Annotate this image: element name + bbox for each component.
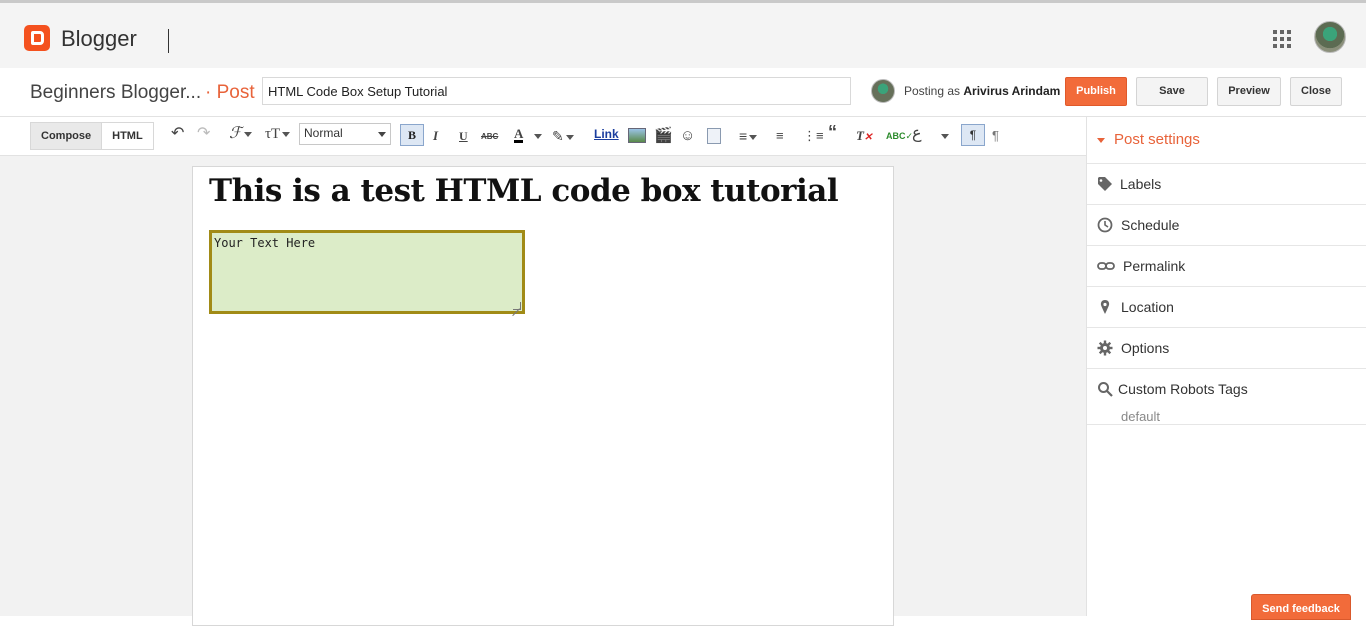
- highlight-icon[interactable]: ✎: [552, 127, 574, 145]
- apps-grid-icon[interactable]: [1273, 30, 1291, 48]
- publish-button[interactable]: Publish: [1065, 77, 1127, 106]
- posting-as: Posting as Arivirus Arindam: [904, 84, 1060, 98]
- video-icon[interactable]: 🎬: [654, 127, 673, 145]
- link-button[interactable]: Link: [594, 127, 619, 141]
- post-type-label: · Post: [205, 82, 255, 103]
- robots-tags-value: default: [1121, 409, 1161, 424]
- editor-toolbar: Compose HTML ↶ ↷ ℱ τT Normal B I U ABC A…: [0, 117, 1086, 156]
- rtl-button[interactable]: ¶: [992, 127, 999, 145]
- post-title-input[interactable]: [262, 77, 851, 105]
- mode-tabs: Compose HTML: [30, 122, 154, 150]
- sidebar-item-label: Custom Robots Tags: [1118, 381, 1248, 397]
- remove-format-icon[interactable]: T✕: [856, 127, 872, 145]
- text-color-caret-icon[interactable]: [532, 127, 542, 145]
- text-color-icon[interactable]: A: [514, 127, 524, 143]
- search-icon: [1098, 382, 1113, 397]
- numbered-list-icon[interactable]: ≡: [776, 127, 784, 145]
- sidebar-item-label: Permalink: [1123, 258, 1186, 274]
- app-bar: Blogger: [0, 0, 1366, 68]
- divider: [168, 29, 169, 53]
- sidebar-item-label: Location: [1121, 299, 1174, 315]
- send-feedback-button[interactable]: Send feedback: [1251, 594, 1351, 620]
- tag-icon: [1098, 177, 1112, 191]
- sidebar-item-schedule[interactable]: Schedule: [1087, 204, 1366, 245]
- pin-icon: [1100, 300, 1110, 314]
- font-family-icon[interactable]: ℱ: [229, 125, 252, 143]
- sidebar-item-label: Labels: [1120, 176, 1162, 192]
- blog-name[interactable]: Beginners Blogger...: [30, 82, 201, 104]
- posting-as-user: Arivirus Arindam: [963, 84, 1061, 98]
- clock-icon: [1097, 217, 1113, 233]
- save-button[interactable]: Save: [1136, 77, 1208, 106]
- underline-button[interactable]: U: [459, 127, 468, 145]
- sidebar-item-custom-robots-tags[interactable]: Custom Robots Tags: [1087, 368, 1366, 409]
- brand-name[interactable]: Blogger: [61, 26, 137, 52]
- strikethrough-button[interactable]: ABC: [481, 128, 498, 146]
- posting-as-prefix: Posting as: [904, 84, 961, 98]
- italic-button[interactable]: I: [433, 127, 438, 145]
- align-icon[interactable]: ≡: [739, 127, 758, 145]
- preview-button[interactable]: Preview: [1217, 77, 1281, 106]
- gear-icon: [1097, 340, 1113, 356]
- sidebar-item-label: Options: [1121, 340, 1170, 356]
- bold-button[interactable]: B: [400, 124, 424, 146]
- tab-compose[interactable]: Compose: [31, 123, 103, 149]
- sidebar-item-label: Schedule: [1121, 217, 1180, 233]
- jump-break-icon[interactable]: [707, 128, 721, 144]
- post-settings-title: Post settings: [1114, 131, 1200, 148]
- resize-handle-icon[interactable]: [513, 302, 521, 310]
- sidebar-item-options[interactable]: Options: [1087, 327, 1366, 368]
- account-avatar[interactable]: [1314, 21, 1346, 53]
- emoji-icon[interactable]: ☺: [680, 127, 695, 145]
- font-size-icon[interactable]: τT: [265, 125, 291, 143]
- undo-icon[interactable]: ↶: [171, 125, 184, 143]
- bullet-list-icon[interactable]: ⋮≡: [803, 127, 824, 145]
- post-heading[interactable]: This is a test HTML code box tutorial: [209, 173, 839, 209]
- post-settings-sidebar: Post settings Labels Schedule Permalink …: [1086, 117, 1366, 616]
- sidebar-item-permalink[interactable]: Permalink: [1087, 245, 1366, 286]
- ltr-button[interactable]: ¶: [961, 124, 985, 146]
- sidebar-item-labels[interactable]: Labels: [1087, 163, 1366, 204]
- close-button[interactable]: Close: [1290, 77, 1342, 106]
- image-icon[interactable]: [628, 128, 646, 143]
- post-body-editor[interactable]: This is a test HTML code box tutorial Yo…: [192, 166, 894, 626]
- link-icon: [1097, 262, 1115, 270]
- blogger-logo-icon[interactable]: [24, 25, 50, 51]
- author-avatar: [871, 79, 895, 103]
- post-settings-header[interactable]: Post settings: [1097, 131, 1200, 148]
- divider: [1087, 424, 1366, 425]
- collapse-triangle-icon: [1097, 137, 1105, 143]
- code-box-textarea[interactable]: Your Text Here: [209, 230, 525, 314]
- post-header: Beginners Blogger... · Post Posting as A…: [0, 68, 1366, 117]
- input-tools-caret-icon[interactable]: [939, 127, 949, 145]
- tab-html[interactable]: HTML: [102, 123, 153, 149]
- spellcheck-icon[interactable]: ABC✓: [886, 127, 913, 145]
- format-select[interactable]: Normal: [299, 123, 391, 145]
- sidebar-item-location[interactable]: Location: [1087, 286, 1366, 327]
- code-box-text: Your Text Here: [214, 236, 316, 250]
- input-tools-icon[interactable]: ع: [912, 125, 922, 143]
- quote-icon[interactable]: “: [828, 123, 837, 141]
- redo-icon[interactable]: ↷: [197, 125, 210, 143]
